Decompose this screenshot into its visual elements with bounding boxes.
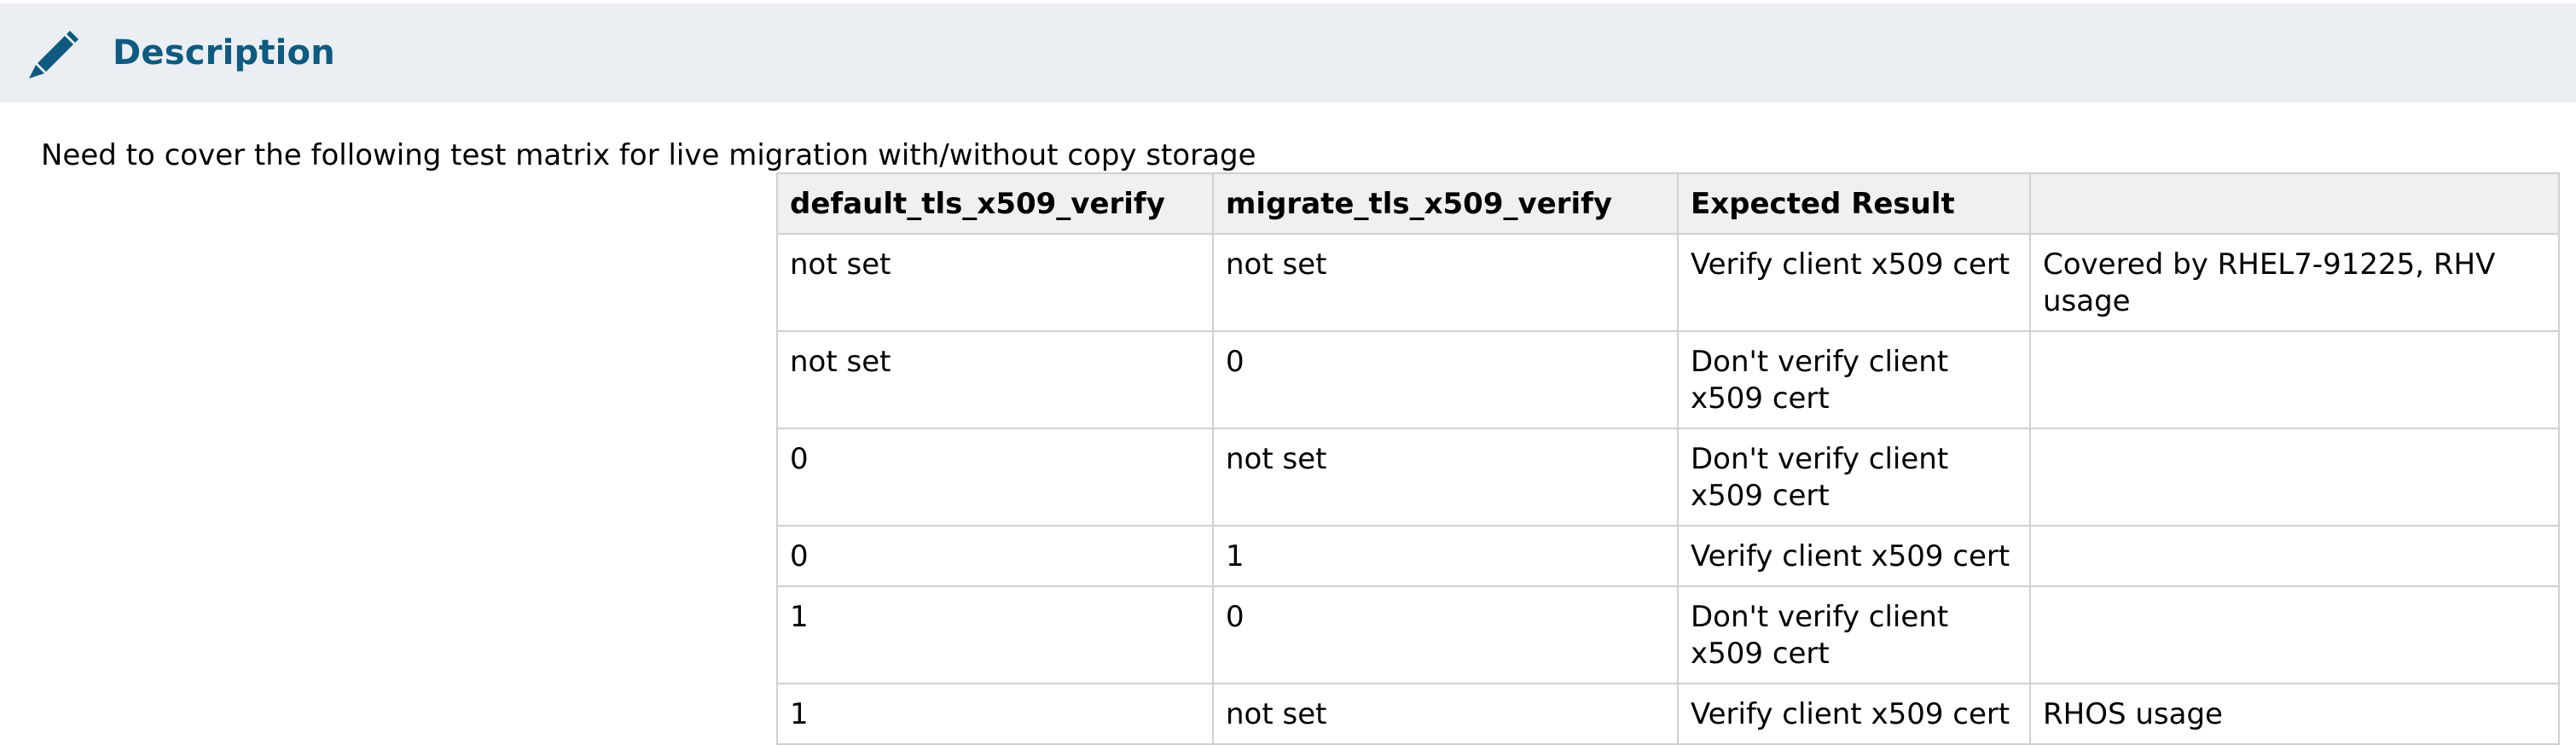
table-cell: 1 bbox=[776, 683, 1214, 745]
table-row: 1 not set Verify client x509 cert RHOS u… bbox=[776, 683, 2560, 745]
section-title: Description bbox=[113, 33, 335, 73]
table-cell: Don't verify client x509 cert bbox=[1677, 585, 2031, 684]
table-cell: 1 bbox=[1212, 525, 1679, 587]
table-cell bbox=[2029, 330, 2560, 429]
column-header: migrate_tls_x509_verify bbox=[1212, 172, 1679, 235]
table-cell: not set bbox=[776, 233, 1214, 332]
table-cell: RHOS usage bbox=[2029, 683, 2560, 745]
table-cell: 0 bbox=[1212, 585, 1679, 684]
column-header bbox=[2029, 172, 2560, 235]
table-row: 0 not set Don't verify client x509 cert bbox=[776, 428, 2560, 527]
table-cell: Verify client x509 cert bbox=[1677, 525, 2031, 587]
table-cell bbox=[2029, 428, 2560, 527]
table-cell: 0 bbox=[776, 525, 1214, 587]
description-header: Description bbox=[0, 3, 2576, 102]
table-row: not set not set Verify client x509 cert … bbox=[776, 233, 2560, 332]
table-cell: Verify client x509 cert bbox=[1677, 233, 2031, 332]
table-cell: Covered by RHEL7-91225, RHV usage bbox=[2029, 233, 2560, 332]
table-cell: Don't verify client x509 cert bbox=[1677, 330, 2031, 429]
table-header-row: default_tls_x509_verify migrate_tls_x509… bbox=[776, 172, 2560, 235]
table-cell: not set bbox=[776, 330, 1214, 429]
table-cell bbox=[2029, 525, 2560, 587]
pencil-icon bbox=[26, 26, 80, 82]
table-cell: Verify client x509 cert bbox=[1677, 683, 2031, 745]
table-cell: 0 bbox=[1212, 330, 1679, 429]
table-cell: not set bbox=[1212, 428, 1679, 527]
table-cell: 1 bbox=[776, 585, 1214, 684]
table-cell: 0 bbox=[776, 428, 1214, 527]
test-matrix-table: default_tls_x509_verify migrate_tls_x509… bbox=[776, 172, 2560, 745]
column-header: Expected Result bbox=[1677, 172, 2031, 235]
table-cell bbox=[2029, 585, 2560, 684]
table-cell: not set bbox=[1212, 233, 1679, 332]
table-row: 1 0 Don't verify client x509 cert bbox=[776, 585, 2560, 684]
intro-text: Need to cover the following test matrix … bbox=[41, 138, 1256, 172]
table-cell: Don't verify client x509 cert bbox=[1677, 428, 2031, 527]
table-row: 0 1 Verify client x509 cert bbox=[776, 525, 2560, 587]
table-cell: not set bbox=[1212, 683, 1679, 745]
column-header: default_tls_x509_verify bbox=[776, 172, 1214, 235]
table-row: not set 0 Don't verify client x509 cert bbox=[776, 330, 2560, 429]
